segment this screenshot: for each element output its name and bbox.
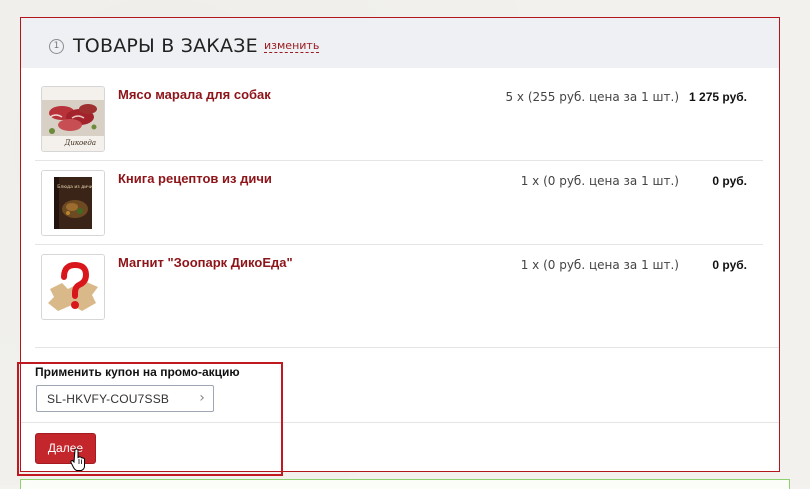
step-number-badge: 1 [49,39,64,54]
question-mark-icon [42,255,104,319]
panel-header: 1 ТОВАРЫ В ЗАКАЗЕ изменить [21,18,779,68]
item-total: 0 руб. [712,258,747,272]
recipe-book-image[interactable]: Блюда из дичи [41,170,105,236]
hand-pointer-icon [70,448,85,471]
next-section-panel [20,479,790,489]
row-divider [35,244,763,245]
item-name-link[interactable]: Мясо марала для собак [118,87,271,102]
order-item-row: Магнит "Зоопарк ДикоЕда" 1 x (0 руб. цен… [35,254,763,329]
brand-caption: Дикоеда [64,139,96,147]
meat-product-image-svg: Дикоеда [42,87,104,151]
edit-link[interactable]: изменить [264,39,320,53]
order-item-row: Дикоеда Мясо марала для собак 5 x (255 р… [35,86,763,161]
section-title: ТОВАРЫ В ЗАКАЗЕ [73,35,258,57]
item-quantity-price: 1 x (0 руб. цена за 1 шт.) [520,174,679,188]
book-title: Блюда из дичи [57,184,92,190]
recipe-book-image-svg: Блюда из дичи [42,171,104,235]
page-margin [780,17,810,485]
item-total: 0 руб. [712,174,747,188]
row-divider [35,160,763,161]
item-name-link[interactable]: Магнит "Зоопарк ДикоЕда" [118,255,293,270]
item-total: 1 275 руб. [689,90,747,104]
order-item-row: Блюда из дичи Книга рецептов из дичи 1 x… [35,170,763,245]
highlight-box [17,362,283,476]
section-divider [35,347,779,348]
missing-image-placeholder[interactable] [41,254,105,320]
meat-product-image[interactable]: Дикоеда [41,86,105,152]
item-name-link[interactable]: Книга рецептов из дичи [118,171,272,186]
item-quantity-price: 5 x (255 руб. цена за 1 шт.) [505,90,679,104]
item-quantity-price: 1 x (0 руб. цена за 1 шт.) [520,258,679,272]
